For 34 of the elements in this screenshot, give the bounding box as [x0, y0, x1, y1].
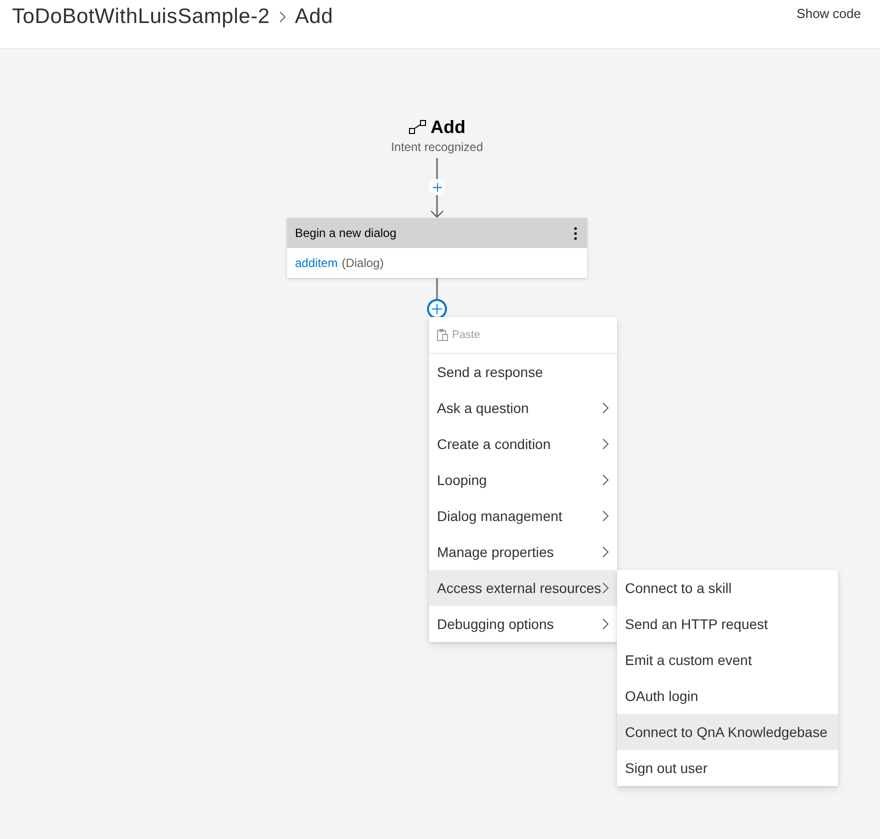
menu-item[interactable]: Dialog management	[429, 498, 617, 534]
menu-item[interactable]: Send a response	[429, 354, 617, 390]
arrow-connector	[430, 195, 444, 218]
menu-item[interactable]: Debugging options	[429, 606, 617, 642]
plus-icon	[432, 182, 442, 192]
connection-icon	[408, 120, 426, 134]
menu-item[interactable]: Ask a question	[429, 390, 617, 426]
breadcrumb-item[interactable]: ToDoBotWithLuisSample-2	[12, 4, 270, 30]
trigger-subtitle: Intent recognized	[390, 139, 484, 155]
menu-item[interactable]: OAuth login	[617, 678, 838, 714]
show-code-button[interactable]: Show code	[796, 4, 861, 24]
breadcrumb-item[interactable]: Add	[294, 4, 334, 30]
menu-item[interactable]: Manage properties	[429, 534, 617, 570]
chevron-right-icon	[278, 11, 286, 23]
menu-item[interactable]: Access external resources	[429, 570, 617, 606]
menu-item[interactable]: Emit a custom event	[617, 642, 838, 678]
menu-item[interactable]: Send an HTTP request	[617, 606, 838, 642]
connector-line	[436, 158, 438, 179]
menu-item[interactable]: Create a condition	[429, 426, 617, 462]
add-step-button[interactable]	[427, 299, 447, 319]
add-step-button[interactable]	[429, 179, 445, 195]
dialog-link[interactable]: additem	[295, 256, 338, 270]
menu-item[interactable]: Connect to a skill	[617, 570, 838, 606]
menu-item[interactable]: Connect to QnA Knowledgebase	[617, 714, 838, 750]
plus-icon	[432, 304, 442, 314]
menu-item[interactable]: Looping	[429, 462, 617, 498]
action-card[interactable]: Begin a new dialog additem (Dialog)	[287, 218, 587, 278]
connector-line	[436, 278, 438, 299]
dialog-type: (Dialog)	[342, 256, 384, 270]
clipboard-icon	[437, 329, 448, 341]
menu-item[interactable]: Sign out user	[617, 750, 838, 786]
card-title: Begin a new dialog	[295, 225, 396, 241]
more-icon	[574, 226, 577, 240]
trigger-title: Add	[430, 116, 466, 139]
